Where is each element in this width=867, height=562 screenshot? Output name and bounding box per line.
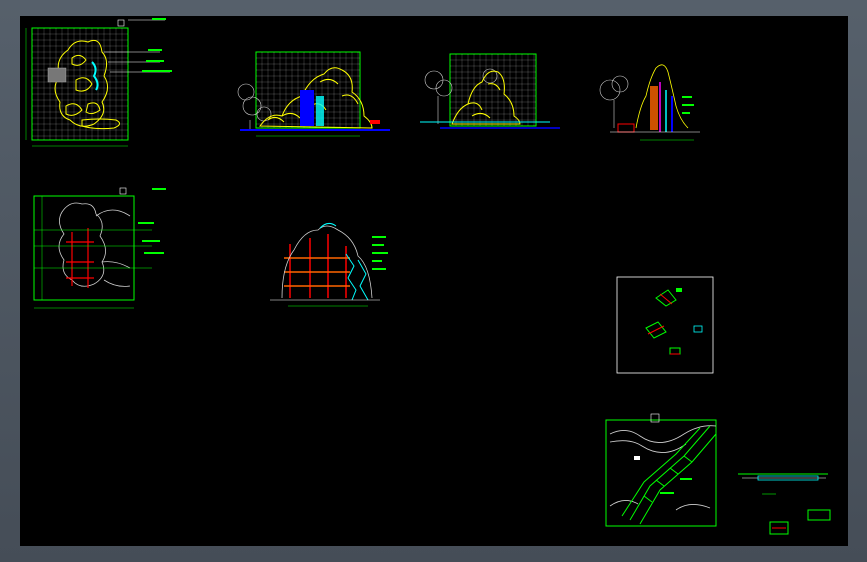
rockery-front-elevation[interactable] bbox=[237, 51, 390, 137]
structure-section[interactable] bbox=[270, 222, 388, 307]
elevation-marker bbox=[370, 120, 380, 124]
structure-border bbox=[33, 195, 135, 301]
cad-drawing[interactable] bbox=[20, 16, 848, 546]
detail-1 bbox=[655, 288, 682, 307]
viewport-frame bbox=[0, 0, 867, 562]
elevation-waterfall bbox=[300, 90, 314, 126]
rockery-section[interactable] bbox=[599, 64, 700, 141]
side-trees bbox=[424, 68, 498, 124]
structure-plan-view[interactable] bbox=[33, 187, 166, 309]
plan-pavilion bbox=[47, 67, 67, 83]
side-grid bbox=[450, 54, 536, 126]
stream-north-arrow bbox=[650, 413, 660, 423]
detail-footing-2 bbox=[807, 509, 831, 521]
section-labels bbox=[682, 96, 694, 114]
plan-label-marks bbox=[142, 18, 172, 72]
section-rock-profile bbox=[635, 64, 689, 129]
structure-section-water bbox=[319, 222, 369, 301]
drawing-canvas[interactable] bbox=[20, 16, 848, 546]
structure-section-beams bbox=[284, 257, 350, 287]
structure-section-labels bbox=[372, 236, 388, 270]
stream-rock-edges bbox=[609, 425, 717, 511]
structure-rocks bbox=[58, 202, 131, 287]
structure-north-arrow bbox=[119, 187, 127, 195]
detail-sheet[interactable] bbox=[616, 276, 714, 374]
elevation-cascade bbox=[316, 96, 324, 126]
stream-border bbox=[605, 419, 717, 527]
section-structure bbox=[650, 86, 658, 130]
structure-section-rock bbox=[281, 225, 373, 299]
structure-section-frame bbox=[289, 234, 347, 298]
north-arrow bbox=[117, 19, 125, 27]
stream-plan-view[interactable] bbox=[605, 413, 717, 527]
stream-channel bbox=[621, 425, 717, 525]
detail-3 bbox=[669, 347, 681, 355]
section-basin bbox=[617, 123, 635, 133]
section-tree bbox=[599, 75, 629, 128]
structure-label-marks bbox=[138, 188, 166, 254]
rockery-side-elevation[interactable] bbox=[420, 53, 560, 129]
elevation-trees bbox=[237, 83, 272, 130]
rockery-plan-view[interactable] bbox=[25, 18, 172, 147]
detail-2 bbox=[645, 321, 703, 339]
small-section-details[interactable] bbox=[738, 473, 831, 535]
plan-grid bbox=[32, 28, 128, 140]
